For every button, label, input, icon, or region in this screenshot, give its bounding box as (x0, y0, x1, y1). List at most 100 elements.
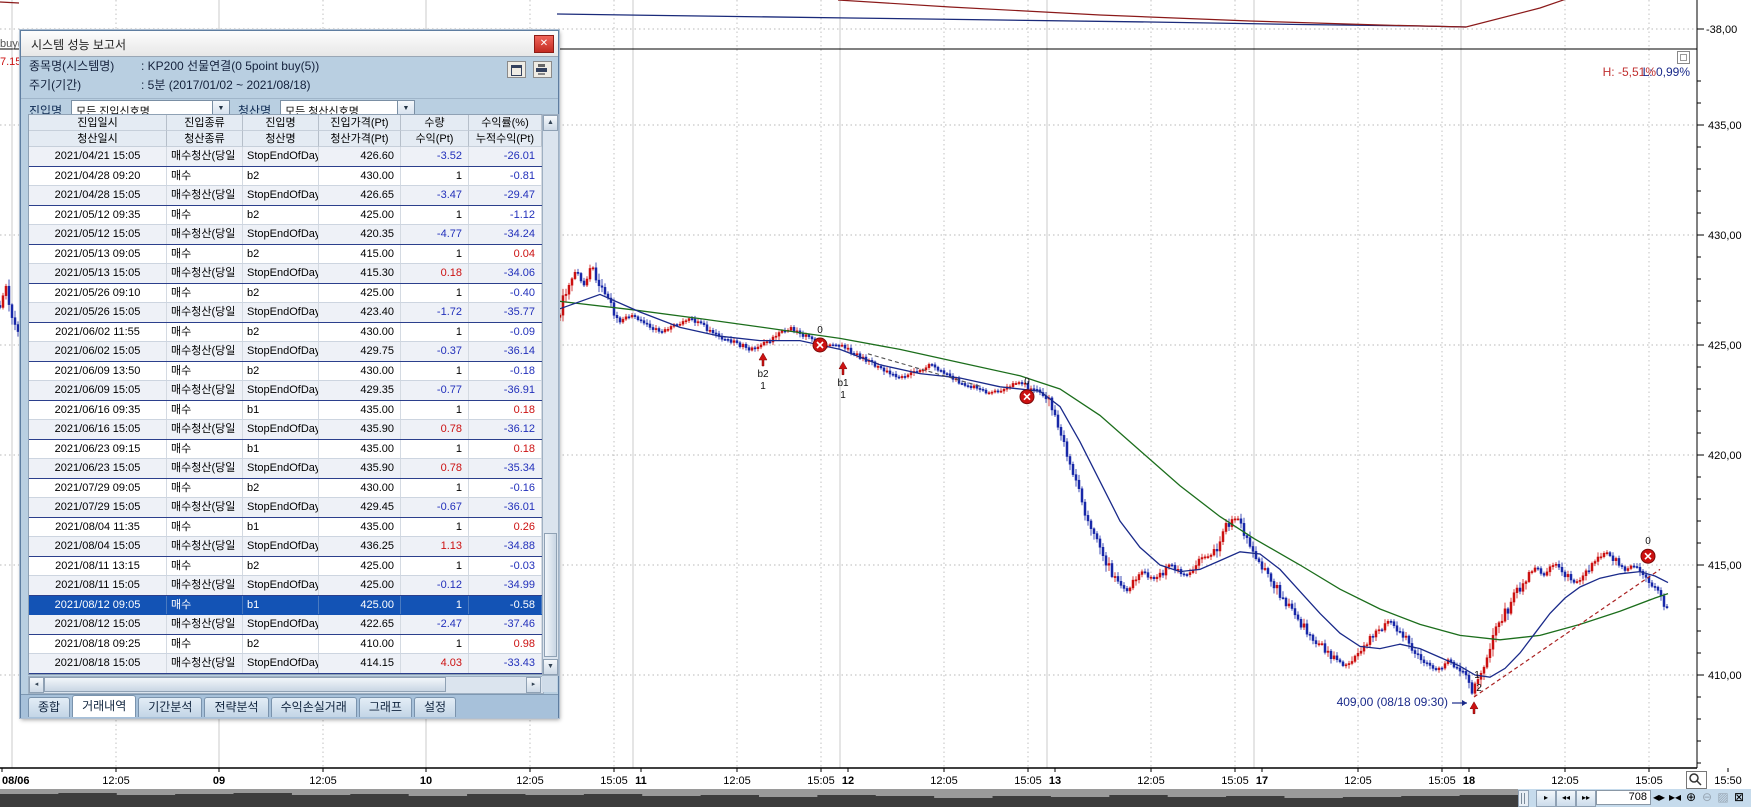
table-row[interactable]: 2021/07/29 15:05매수청산(당일StopEndOfDay429.4… (29, 498, 543, 518)
x-axis-label: 11 (635, 775, 647, 787)
table-cell: 429.45 (319, 498, 401, 517)
splitter-grip[interactable] (1518, 790, 1529, 807)
table-cell: -3.47 (401, 186, 469, 205)
pane-restore-icon[interactable] (1677, 51, 1690, 64)
table-row[interactable]: 2021/06/23 15:05매수청산(당일StopEndOfDay435.9… (29, 459, 543, 479)
symbol-label: 종목명(시스템명) (29, 57, 141, 76)
x-axis-label: 13 (1049, 775, 1061, 787)
table-cell: 420.35 (319, 225, 401, 244)
table-cell: 435.90 (319, 420, 401, 439)
table-cell: b2 (243, 362, 319, 381)
zoom-out-button[interactable]: ⊖ (1699, 789, 1715, 806)
table-cell: StopEndOfDay (243, 498, 319, 517)
popout-window-button[interactable] (507, 61, 526, 78)
horizontal-scroll-thumb[interactable] (44, 677, 446, 692)
svg-text:409,00 (08/18 09:30): 409,00 (08/18 09:30) (1337, 695, 1448, 709)
table-row[interactable]: 2021/06/02 11:55매수b2430.001-0.09 (29, 323, 543, 343)
table-row[interactable]: 2021/08/04 11:35매수b1435.0010.26 (29, 518, 543, 538)
table-cell: b2 (243, 479, 319, 498)
close-chart-button[interactable]: ⊠ (1731, 789, 1747, 806)
table-cell: -36.91 (469, 381, 542, 400)
x-axis-label: 15:50 (1714, 775, 1742, 787)
x-axis-label: 12:05 (309, 775, 337, 787)
table-row[interactable]: 2021/05/13 15:05매수청산(당일StopEndOfDay415.3… (29, 264, 543, 284)
table-row[interactable]: 2021/05/26 09:10매수b2425.001-0.40 (29, 284, 543, 304)
vertical-scrollbar[interactable]: ▲ ▼ (542, 114, 559, 676)
table-row[interactable]: 2021/08/18 09:25매수b2410.0010.98 (29, 635, 543, 655)
tab-전략분석[interactable]: 전략분석 (204, 697, 268, 717)
table-cell: StopEndOfDay (243, 537, 319, 556)
table-cell: 425.00 (319, 576, 401, 595)
tab-기간분석[interactable]: 기간분석 (138, 697, 202, 717)
dialog-title: 시스템 성능 보고서 (31, 36, 126, 53)
zoom-in-button[interactable]: ⊕ (1683, 789, 1699, 806)
table-row[interactable]: 2021/04/28 09:20매수b2430.001-0.81 (29, 167, 543, 187)
table-row[interactable]: 2021/06/16 15:05매수청산(당일StopEndOfDay435.9… (29, 420, 543, 440)
table-row[interactable]: 2021/05/12 15:05매수청산(당일StopEndOfDay420.3… (29, 225, 543, 245)
magnifier-button[interactable] (1686, 771, 1707, 789)
table-row[interactable]: 2021/04/21 15:05매수청산(당일StopEndOfDay426.6… (29, 147, 543, 167)
entry-signal-label: b1 (837, 378, 849, 389)
table-cell: 매수청산(당일 (167, 420, 243, 439)
table-cell: 2021/05/26 15:05 (29, 303, 167, 322)
expand-bars-button[interactable]: ◂▸ (1651, 789, 1667, 806)
table-cell: 2021/07/29 15:05 (29, 498, 167, 517)
table-row[interactable]: 2021/06/23 09:15매수b1435.0010.18 (29, 440, 543, 460)
table-row[interactable]: 2021/06/09 13:50매수b2430.001-0.18 (29, 362, 543, 382)
x-axis-label: 15:05 (1014, 775, 1042, 787)
x-axis-label: 17 (1256, 775, 1268, 787)
print-button[interactable] (533, 61, 552, 78)
table-cell: 410.00 (319, 635, 401, 654)
table-cell: 매수 (167, 167, 243, 186)
table-row[interactable]: 2021/05/26 15:05매수청산(당일StopEndOfDay423.4… (29, 303, 543, 323)
tab-수익손실거래[interactable]: 수익손실거래 (271, 697, 357, 717)
table-row[interactable]: 2021/07/29 09:05매수b2430.001-0.16 (29, 479, 543, 499)
table-row[interactable]: 2021/04/28 15:05매수청산(당일StopEndOfDay426.6… (29, 186, 543, 206)
tab-종합[interactable]: 종합 (28, 697, 70, 717)
vertical-scroll-thumb[interactable] (544, 533, 557, 657)
table-row[interactable]: 2021/08/11 15:05매수청산(당일StopEndOfDay425.0… (29, 576, 543, 596)
fast-forward-button[interactable]: ▸▸ (1576, 790, 1596, 807)
x-axis-label: 12:05 (723, 775, 751, 787)
table-cell: 2021/08/11 15:05 (29, 576, 167, 595)
trade-table-body: 2021/04/21 15:05매수청산(당일StopEndOfDay426.6… (28, 147, 544, 675)
fast-backward-button[interactable]: ◂◂ (1556, 790, 1576, 807)
table-cell: 1.13 (401, 537, 469, 556)
table-cell: 1 (401, 206, 469, 225)
bar-count-input[interactable]: 708 (1596, 790, 1651, 805)
table-row[interactable]: 2021/08/12 09:05매수b1425.001-0.58 (29, 596, 543, 616)
table-cell: 414.15 (319, 654, 401, 673)
tab-그래프[interactable]: 그래프 (359, 697, 412, 717)
table-cell: -29.47 (469, 186, 542, 205)
dialog-titlebar[interactable]: 시스템 성능 보고서 ✕ (21, 31, 558, 57)
table-cell: 2021/05/26 09:10 (29, 284, 167, 303)
table-cell: 430.00 (319, 167, 401, 186)
scroll-up-button[interactable]: ▲ (543, 115, 558, 131)
chart-mode-button[interactable]: ▨ (1715, 789, 1731, 806)
table-row[interactable]: 2021/08/04 15:05매수청산(당일StopEndOfDay436.2… (29, 537, 543, 557)
table-row[interactable]: 2021/05/12 09:35매수b2425.001-1.12 (29, 206, 543, 226)
scroll-right-button[interactable]: ▸ (526, 677, 541, 693)
scroll-left-button[interactable]: ◂ (29, 677, 44, 693)
table-cell: StopEndOfDay (243, 264, 319, 283)
shrink-bars-button[interactable]: ▸◂ (1667, 789, 1683, 806)
table-row[interactable]: 2021/05/13 09:05매수b2415.0010.04 (29, 245, 543, 265)
play-forward-button[interactable]: ▸ (1536, 790, 1556, 807)
horizontal-scrollbar[interactable]: ◂ ▸ (28, 676, 544, 694)
tab-거래내역[interactable]: 거래내역 (72, 695, 136, 717)
data-minimap[interactable] (0, 789, 1518, 807)
table-row[interactable]: 2021/06/02 15:05매수청산(당일StopEndOfDay429.7… (29, 342, 543, 362)
table-row[interactable]: 2021/08/11 13:15매수b2425.001-0.03 (29, 557, 543, 577)
x-axis-label: 12:05 (1137, 775, 1165, 787)
table-cell: 415.30 (319, 264, 401, 283)
table-row[interactable]: 2021/08/12 15:05매수청산(당일StopEndOfDay422.6… (29, 615, 543, 635)
tab-설정[interactable]: 설정 (414, 697, 456, 717)
table-row[interactable]: 2021/06/16 09:35매수b1435.0010.18 (29, 401, 543, 421)
scroll-down-button[interactable]: ▼ (543, 659, 558, 675)
scrollbar-corner (542, 676, 557, 692)
table-cell: 매수청산(당일 (167, 225, 243, 244)
close-button[interactable]: ✕ (534, 35, 554, 53)
table-row[interactable]: 2021/06/09 15:05매수청산(당일StopEndOfDay429.3… (29, 381, 543, 401)
table-cell: 0.78 (401, 420, 469, 439)
table-row[interactable]: 2021/08/18 15:05매수청산(당일StopEndOfDay414.1… (29, 654, 543, 674)
